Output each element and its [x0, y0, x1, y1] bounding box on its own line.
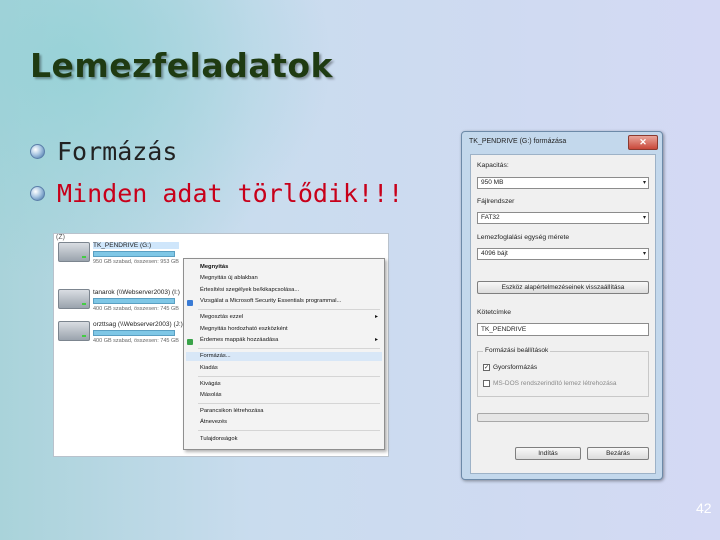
menu-item-share[interactable]: Megosztás ezzel — [200, 313, 243, 322]
folder-add-icon — [187, 339, 193, 345]
menu-item-add-folders[interactable]: Érdemes mappák hozzáadása — [200, 336, 278, 345]
explorer-header-label: (Z) — [56, 234, 65, 241]
drive-usage-bar — [93, 330, 175, 336]
menu-item-rename[interactable]: Átnevezés — [200, 418, 227, 427]
format-progress-bar — [477, 413, 649, 422]
quick-format-option[interactable]: ✓ Gyorsformázás — [483, 364, 537, 371]
drive-usage-bar — [93, 298, 175, 304]
menu-item-open-new-window[interactable]: Megnyitás új ablakban — [200, 274, 258, 283]
allocation-label: Lemezfoglalási egység mérete — [477, 234, 570, 241]
menu-item-create-shortcut[interactable]: Parancsikon létrehozása — [200, 407, 263, 416]
chevron-down-icon: ▾ — [642, 180, 646, 186]
start-button[interactable]: Indítás — [515, 447, 581, 460]
context-menu: Megnyitás Megnyitás új ablakban Értesíté… — [183, 258, 385, 450]
shield-icon — [187, 300, 193, 306]
dialog-title: TK_PENDRIVE (G:) formázása — [469, 138, 567, 145]
submenu-arrow-icon: ▸ — [374, 314, 378, 320]
allocation-value: 4096 bájt — [481, 250, 508, 257]
menu-item-notifications[interactable]: Értesítési szegélyek be/kikapcsolása... — [200, 286, 299, 295]
allocation-select[interactable]: 4096 bájt ▾ — [477, 248, 649, 260]
close-icon[interactable]: ✕ — [628, 135, 658, 150]
menu-item-portable[interactable]: Megnyitás hordozható eszközként — [200, 325, 288, 334]
menu-separator — [198, 430, 380, 431]
filesystem-value: FAT32 — [481, 214, 500, 221]
menu-item-properties[interactable]: Tulajdonságok — [200, 435, 238, 444]
drive-info: 400 GB szabad, összesen: 745 GB — [93, 306, 179, 312]
menu-item-format[interactable]: Formázás... — [186, 352, 382, 361]
bullet-item: Formázás — [30, 130, 403, 172]
msdos-option: MS-DOS rendszerindító lemez létrehozása — [483, 380, 617, 387]
drive-info: 400 GB szabad, összesen: 745 GB — [93, 338, 179, 344]
bullet-item: Minden adat törlődik!!! — [30, 172, 403, 214]
bullet-icon — [30, 185, 45, 201]
drive-item-tanarok[interactable]: tanarok (\\Webserver2003) (I:) 400 GB sz… — [58, 289, 180, 312]
slide-title: Lemezfeladatok — [30, 46, 333, 85]
filesystem-label: Fájlrendszer — [477, 198, 515, 205]
chevron-down-icon: ▾ — [642, 251, 646, 257]
menu-item-eject[interactable]: Kiadás — [200, 364, 218, 373]
menu-separator — [198, 403, 380, 404]
network-drive-icon — [58, 289, 90, 309]
bullet-text-warning: Minden adat törlődik!!! — [57, 178, 404, 208]
quick-format-label: Gyorsformázás — [493, 364, 538, 371]
drive-name: orzttsag (\\Webserver2003) (J:) — [93, 321, 183, 328]
chevron-down-icon: ▾ — [642, 215, 646, 221]
bullet-list: Formázás Minden adat törlődik!!! — [30, 130, 403, 214]
menu-item-cut[interactable]: Kivágás — [200, 380, 221, 389]
menu-separator — [198, 376, 380, 377]
drive-item-orzttsag[interactable]: orzttsag (\\Webserver2003) (J:) 400 GB s… — [58, 321, 183, 344]
drive-icon — [58, 242, 90, 262]
network-drive-icon — [58, 321, 90, 341]
page-number: 42 — [696, 500, 712, 516]
menu-item-open[interactable]: Megnyitás — [200, 263, 228, 272]
format-options-group: Formázási beállítások ✓ Gyorsformázás MS… — [477, 347, 649, 397]
drive-info: 950 GB szabad, összesen: 953 GB — [93, 259, 179, 265]
close-button[interactable]: Bezárás — [587, 447, 649, 460]
drive-item-pendrive[interactable]: TK_PENDRIVE (G:) 950 GB szabad, összesen… — [58, 242, 179, 265]
msdos-checkbox — [483, 380, 490, 387]
drive-name: TK_PENDRIVE (G:) — [93, 242, 179, 249]
menu-separator — [198, 309, 380, 310]
msdos-label: MS-DOS rendszerindító lemez létrehozása — [493, 380, 617, 387]
volume-label-input[interactable]: TK_PENDRIVE — [477, 323, 649, 336]
filesystem-select[interactable]: FAT32 ▾ — [477, 212, 649, 224]
drive-usage-bar — [93, 251, 175, 257]
format-dialog: TK_PENDRIVE (G:) formázása ✕ Kapacitás: … — [461, 131, 663, 480]
menu-item-scan[interactable]: Vizsgálat a Microsoft Security Essential… — [200, 297, 341, 306]
capacity-select[interactable]: 950 MB ▾ — [477, 177, 649, 189]
bullet-text: Formázás — [57, 136, 178, 166]
capacity-label: Kapacitás: — [477, 162, 509, 169]
quick-format-checkbox[interactable]: ✓ — [483, 364, 490, 371]
restore-defaults-button[interactable]: Eszköz alapértelmezéseinek visszaállítás… — [477, 281, 649, 294]
dialog-body: Kapacitás: 950 MB ▾ Fájlrendszer FAT32 ▾… — [470, 154, 656, 474]
drive-name: tanarok (\\Webserver2003) (I:) — [93, 289, 180, 296]
format-options-title: Formázási beállítások — [483, 347, 551, 354]
menu-separator — [198, 348, 380, 349]
menu-item-copy[interactable]: Másolás — [200, 391, 222, 400]
capacity-value: 950 MB — [481, 179, 504, 186]
volume-label-label: Kötetcímke — [477, 309, 511, 316]
submenu-arrow-icon: ▸ — [374, 337, 378, 343]
bullet-icon — [30, 143, 45, 159]
